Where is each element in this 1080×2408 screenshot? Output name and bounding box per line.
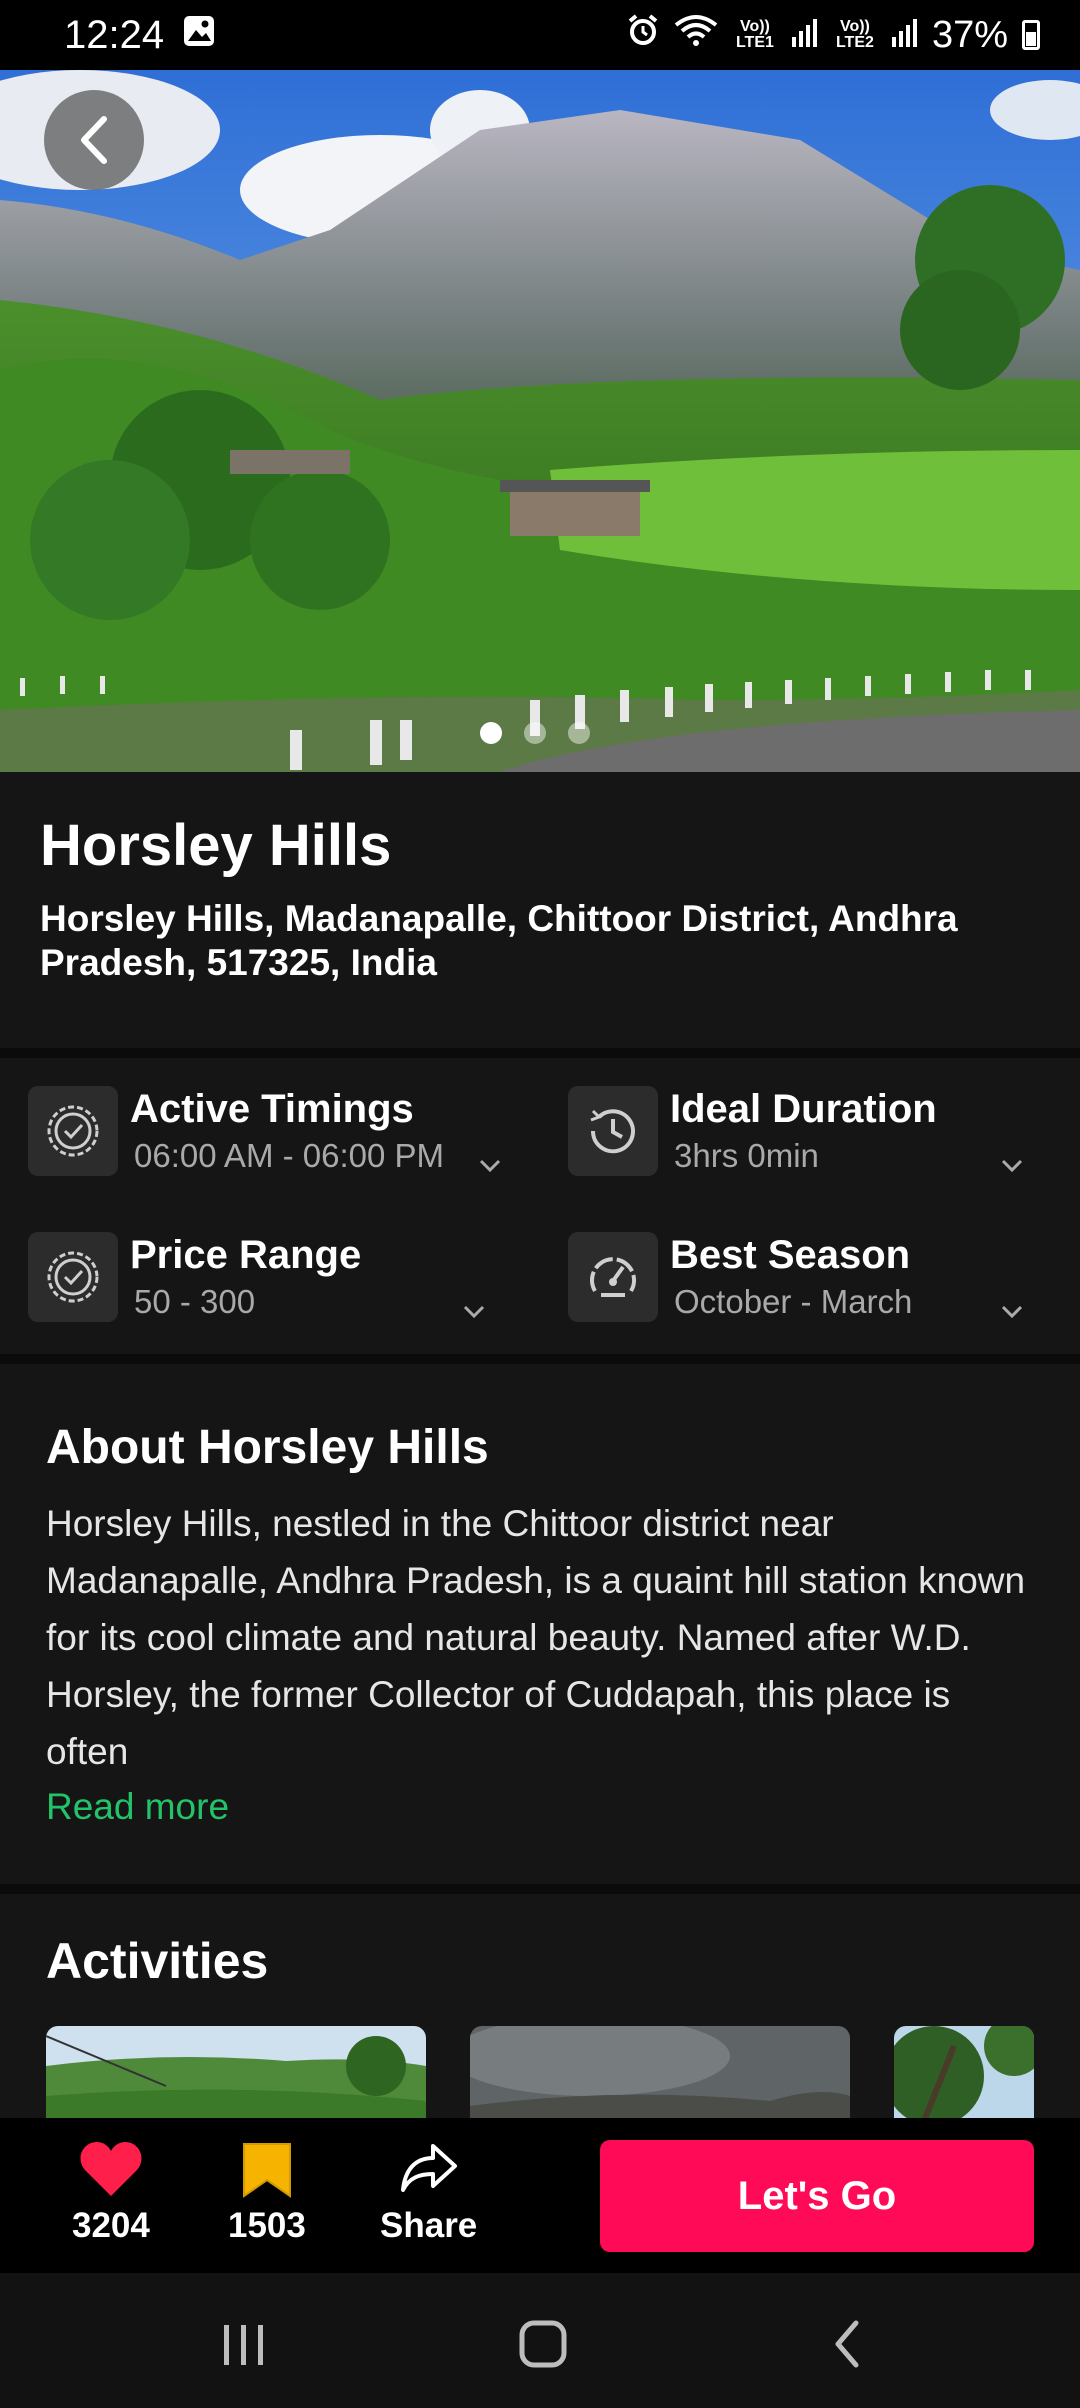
chevron-left-icon [81, 116, 107, 164]
section-divider [0, 1884, 1080, 1894]
carousel-indicator [480, 722, 590, 744]
place-address: Horsley Hills, Madanapalle, Chittoor Dis… [40, 898, 958, 983]
activities-section: Activities [0, 1894, 1080, 2118]
clock-history-icon [568, 1086, 658, 1176]
gallery-icon [182, 13, 216, 58]
price-range[interactable]: Price Range 50 - 300 [28, 1232, 361, 1324]
like-count: 3204 [72, 2206, 150, 2245]
chevron-down-icon[interactable] [462, 1304, 486, 1320]
check-circle-icon [28, 1086, 118, 1176]
best-season[interactable]: Best Season October - March [568, 1232, 912, 1324]
section-divider [0, 1354, 1080, 1364]
activity-card[interactable] [470, 2026, 850, 2118]
share-label: Share [380, 2206, 478, 2245]
ideal-duration[interactable]: Ideal Duration 3hrs 0min [568, 1086, 937, 1178]
chevron-down-icon[interactable] [478, 1158, 502, 1174]
activities-title: Activities [46, 1933, 269, 1989]
activities-carousel[interactable] [46, 2026, 1034, 2118]
wifi-icon [674, 13, 718, 57]
about-title: About Horsley Hills [46, 1421, 489, 1474]
home-button[interactable] [512, 2303, 576, 2383]
hero-image-carousel[interactable] [0, 70, 1080, 772]
season-value: October - March [674, 1283, 913, 1320]
recent-apps-button[interactable] [216, 2303, 272, 2383]
price-value: 50 - 300 [134, 1283, 256, 1320]
activity-card[interactable] [894, 2026, 1034, 2118]
system-nav-bar [0, 2273, 1080, 2408]
share-icon [400, 2144, 457, 2192]
share-button[interactable]: Share [380, 2140, 477, 2246]
duration-value: 3hrs 0min [674, 1137, 819, 1174]
alarm-icon [626, 13, 660, 57]
status-time: 12:24 [64, 12, 165, 57]
carousel-dot[interactable] [524, 722, 546, 744]
active-timings[interactable]: Active Timings 06:00 AM - 06:00 PM [28, 1086, 444, 1178]
duration-title: Ideal Duration [670, 1087, 937, 1131]
carousel-dot[interactable] [480, 722, 502, 744]
gauge-icon [568, 1232, 658, 1322]
battery-percent: 37% [931, 13, 1008, 56]
like-button[interactable]: 3204 [72, 2140, 150, 2246]
about-section: About Horsley Hills Horsley Hills, nestl… [0, 1364, 1080, 1884]
read-more-link[interactable]: Read more [46, 1786, 229, 1828]
battery-icon [1022, 20, 1040, 50]
price-title: Price Range [130, 1233, 362, 1277]
activity-card[interactable] [46, 2026, 426, 2118]
bottom-action-bar: 3204 1503 Share Let's Go [0, 2118, 1080, 2273]
heart-icon [80, 2142, 142, 2196]
status-bar: 12:24 Vo)) LTE1 Vo)) LTE2 37% [0, 0, 1080, 70]
season-title: Best Season [670, 1233, 911, 1277]
place-info: Active Timings 06:00 AM - 06:00 PM Ideal… [0, 1058, 1080, 1354]
about-text: Horsley Hills, nestled in the Chittoor d… [46, 1503, 1026, 1772]
lte2-indicator: Vo)) LTE2 [835, 18, 874, 51]
activity-image [894, 2026, 1034, 2118]
activity-image [46, 2026, 426, 2118]
place-header: Horsley Hills Horsley Hills, Madanapalle… [0, 772, 1080, 1048]
chevron-down-icon[interactable] [1000, 1158, 1024, 1174]
signal-icon-1 [791, 14, 818, 57]
timings-title: Active Timings [130, 1087, 414, 1131]
section-divider [0, 1048, 1080, 1058]
timings-value: 06:00 AM - 06:00 PM [134, 1137, 445, 1174]
bookmark-button[interactable]: 1503 [228, 2140, 306, 2246]
bookmark-count: 1503 [228, 2206, 306, 2245]
check-circle-icon [28, 1232, 118, 1322]
signal-icon-2 [891, 14, 918, 57]
lets-go-button[interactable]: Let's Go [600, 2140, 1034, 2252]
carousel-dot[interactable] [568, 722, 590, 744]
activity-image [470, 2026, 850, 2118]
chevron-down-icon[interactable] [1000, 1304, 1024, 1320]
page-title: Horsley Hills [40, 813, 392, 878]
lte1-indicator: Vo)) LTE1 [735, 18, 774, 51]
landscape-image [0, 70, 1080, 772]
bookmark-icon [242, 2143, 291, 2198]
back-button[interactable] [44, 90, 144, 190]
back-nav-button[interactable] [820, 2303, 876, 2383]
